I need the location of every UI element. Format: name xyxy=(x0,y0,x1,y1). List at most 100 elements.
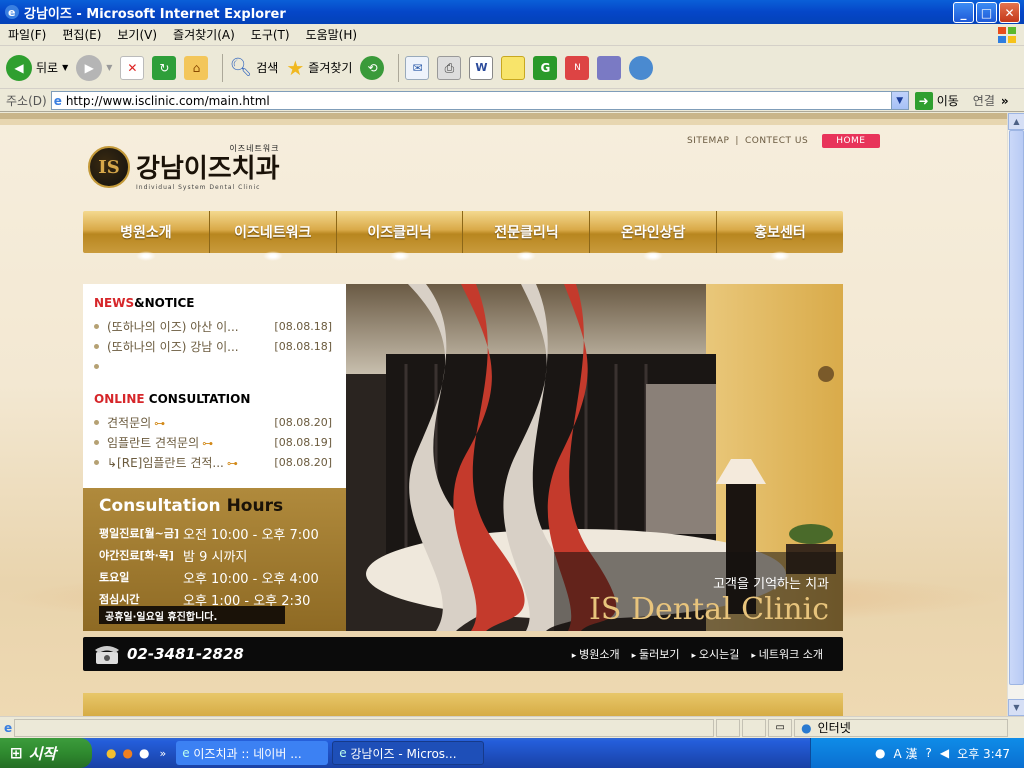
menu-file[interactable]: 파일(F) xyxy=(0,26,54,43)
news-icon[interactable]: N xyxy=(565,55,590,80)
scroll-down-icon[interactable]: ▼ xyxy=(1008,699,1024,716)
taskbar-item-active[interactable]: e 강남이즈 - Micros... xyxy=(332,741,485,765)
nav-network[interactable]: 이즈네트워크 xyxy=(210,211,337,261)
nav-online-consult[interactable]: 온라인상담 xyxy=(590,211,718,261)
quicklink-directions[interactable]: 오시는길 xyxy=(692,646,739,662)
list-item[interactable]: ↳[RE]임플란트 견적... ⊶ [08.08.20] xyxy=(83,452,346,472)
task-label: 이즈치과 :: 네이버 ... xyxy=(193,746,302,761)
consult-item-text: ↳[RE]임플란트 견적... ⊶ xyxy=(107,455,238,470)
nav-is-clinic[interactable]: 이즈클리닉 xyxy=(337,211,464,261)
bullet-icon xyxy=(94,439,99,445)
ie-task-icon: e xyxy=(339,746,351,760)
news-title[interactable]: NEWS&NOTICE xyxy=(94,296,346,310)
quicklink-tour[interactable]: 둘러보기 xyxy=(632,646,679,662)
links-label[interactable]: 연결 xyxy=(973,92,995,109)
ie-task-icon: e xyxy=(182,746,194,760)
menu-view[interactable]: 보기(V) xyxy=(109,26,165,43)
hours-value: 오전 10:00 - 오후 7:00 xyxy=(183,527,319,543)
news-title-rest: &NOTICE xyxy=(134,296,195,310)
go-button[interactable]: ➜ 이동 xyxy=(914,91,959,110)
list-item[interactable]: 견적문의 ⊶ [08.08.20] xyxy=(83,412,346,432)
refresh-icon[interactable]: ↻ xyxy=(152,55,177,80)
messenger-icon[interactable] xyxy=(597,55,622,80)
stop-icon[interactable]: ✕ xyxy=(120,55,145,80)
windows-flag-icon: ⊞ xyxy=(10,744,23,762)
hours-label: 점심시간 xyxy=(99,593,140,606)
system-tray: ● A 漢 ? ◀ 오후 3:47 xyxy=(810,738,1024,768)
chevron-down-icon[interactable]: ▼ xyxy=(890,92,908,109)
taskbar-item[interactable]: e 이즈치과 :: 네이버 ... xyxy=(176,741,329,765)
search-label: 검색 xyxy=(256,61,279,75)
clock[interactable]: 오후 3:47 xyxy=(957,745,1010,762)
search-button[interactable]: 🔍︎ 검색 xyxy=(229,57,278,78)
nav-about[interactable]: 병원소개 xyxy=(83,211,210,261)
list-item[interactable]: 임플란트 견적문의 ⊶ [08.08.19] xyxy=(83,432,346,452)
nav-specialty[interactable]: 전문클리닉 xyxy=(463,211,591,261)
quicklaunch-icon[interactable]: ● xyxy=(106,746,116,760)
site-logo[interactable]: IS 이즈네트워크 강남이즈치과 Individual System Denta… xyxy=(88,143,280,191)
menu-favorites[interactable]: 즐겨찾기(A) xyxy=(165,26,243,43)
home-icon[interactable]: ⌂ xyxy=(184,55,209,80)
favorites-button[interactable]: ★ 즐겨찾기 xyxy=(286,56,352,80)
window-titlebar: e 강남이즈 - Microsoft Internet Explorer _ □… xyxy=(0,0,1024,24)
hours-title: Consultation Hours xyxy=(99,496,346,516)
back-button[interactable]: ◀ 뒤로 ▼ xyxy=(6,54,68,81)
menu-help[interactable]: 도움말(H) xyxy=(298,26,366,43)
help-icon[interactable]: ? xyxy=(926,746,932,760)
page-status-icon: e xyxy=(4,720,13,735)
scroll-up-icon[interactable]: ▲ xyxy=(1008,113,1024,130)
ie-icon: e xyxy=(5,5,19,19)
nav-pr-center[interactable]: 홍보센터 xyxy=(717,211,843,261)
scrollbar-thumb[interactable] xyxy=(1009,130,1024,685)
address-input[interactable]: e http://www.isclinic.com/main.html ▼ xyxy=(50,91,909,110)
dropdown-arrow-icon: ▼ xyxy=(106,63,113,72)
maximize-button[interactable]: □ xyxy=(976,2,997,23)
consult-title[interactable]: ONLINE CONSULTATION xyxy=(94,392,346,406)
sitemap-link[interactable]: SITEMAP xyxy=(687,136,729,146)
news-item-date: [08.08.18] xyxy=(274,339,332,353)
quicklaunch-icon[interactable]: ● xyxy=(122,746,132,760)
forward-button[interactable]: ▶ ▼ xyxy=(76,54,113,81)
menu-tools[interactable]: 도구(T) xyxy=(243,26,298,43)
svg-text:e: e xyxy=(8,6,15,19)
hours-row: 야간진료[화·목] 밤 9 시까지 xyxy=(83,544,346,566)
list-item[interactable]: (또하나의 이즈) 강남 이... [08.08.18] xyxy=(83,336,346,356)
toolbar-separator xyxy=(222,53,224,82)
list-item[interactable]: (또하나의 이즈) 아산 이... [08.08.18] xyxy=(83,316,346,336)
language-icon[interactable]: ● xyxy=(875,746,885,760)
print-icon[interactable]: ⎙ xyxy=(437,55,462,80)
vertical-scrollbar[interactable]: ▲ ▼ xyxy=(1007,113,1024,716)
home-button[interactable]: HOME xyxy=(822,134,880,148)
network-icon[interactable]: ◀ xyxy=(940,746,949,760)
forward-arrow-icon: ▶ xyxy=(76,54,103,81)
close-button[interactable]: ✕ xyxy=(999,2,1020,23)
quicklink-about[interactable]: 병원소개 xyxy=(572,646,619,662)
news-item-date: [08.08.18] xyxy=(274,319,332,333)
bullet-icon xyxy=(94,459,99,465)
hours-row: 토요일 오후 10:00 - 오후 4:00 xyxy=(83,566,346,588)
edit-word-icon[interactable]: W xyxy=(469,55,494,80)
nav-online-consult-label: 온라인상담 xyxy=(621,225,686,241)
ime-icon[interactable]: A 漢 xyxy=(894,745,918,762)
history-icon[interactable]: ⟲ xyxy=(360,55,385,80)
divider: | xyxy=(735,136,739,146)
quicklink-network[interactable]: 네트워크 소개 xyxy=(751,646,823,662)
contact-link[interactable]: CONTECT US xyxy=(745,136,808,146)
contact-bar: 02-3481-2828 병원소개 둘러보기 오시는길 네트워크 소개 xyxy=(83,637,843,671)
top-links: SITEMAP | CONTECT US HOME xyxy=(687,134,880,148)
g-toolbar-icon[interactable]: G xyxy=(533,55,558,80)
phone-number[interactable]: 02-3481-2828 xyxy=(127,645,244,663)
logo-english: Individual System Dental Clinic xyxy=(136,184,261,191)
taskbar: ⊞ 시작 ● ● ● » e 이즈치과 :: 네이버 ... e 강남이즈 - … xyxy=(0,738,1024,768)
mail-icon[interactable]: ✉ xyxy=(405,55,430,80)
bullet-icon xyxy=(94,323,99,329)
windows-logo-icon xyxy=(998,27,1016,43)
menu-edit[interactable]: 편집(E) xyxy=(54,26,109,43)
chevron-right-icon[interactable]: » xyxy=(159,747,166,760)
users-icon[interactable] xyxy=(629,55,654,80)
note-icon[interactable] xyxy=(501,55,526,80)
chevron-right-icon[interactable]: » xyxy=(1001,94,1009,108)
minimize-button[interactable]: _ xyxy=(953,2,974,23)
quicklaunch-icon[interactable]: ● xyxy=(139,746,149,760)
start-button[interactable]: ⊞ 시작 xyxy=(0,738,92,768)
